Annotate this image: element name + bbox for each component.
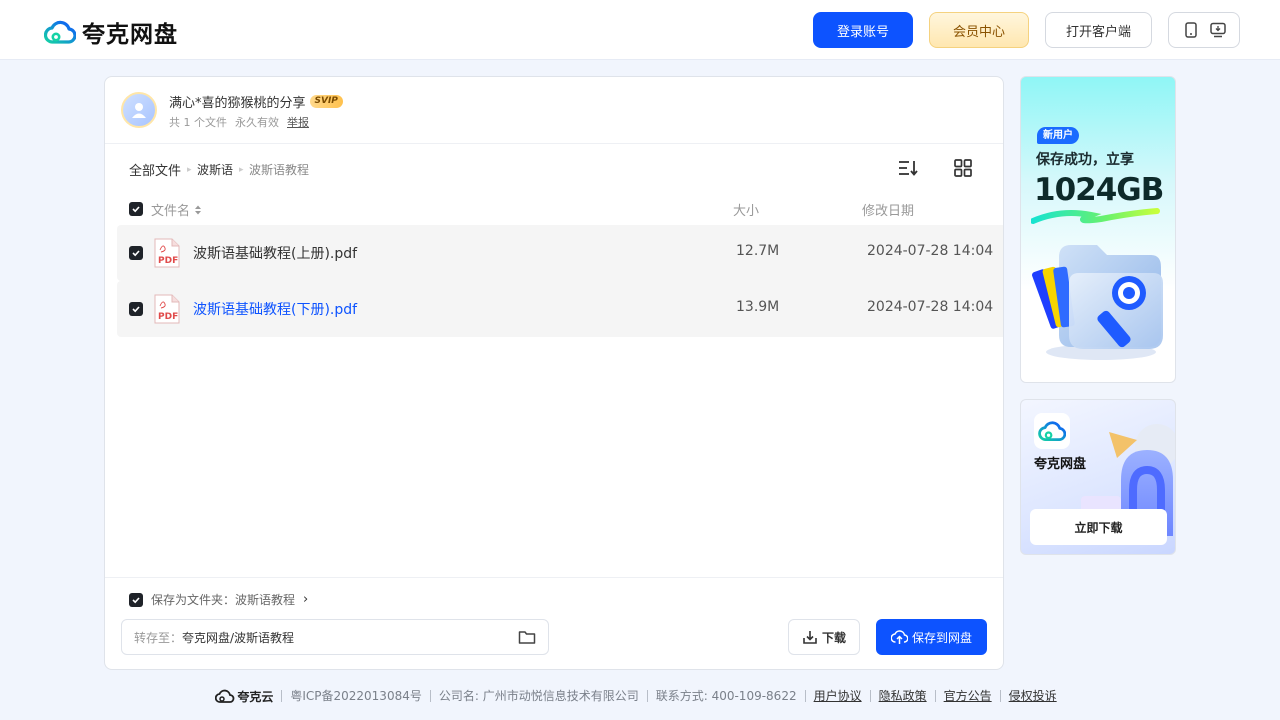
file-size: 13.9M <box>736 299 780 315</box>
share-title-text: 满心*喜的猕猴桃的分享 <box>169 96 306 111</box>
footer-icp: 粤ICP备2022013084号 <box>281 690 430 702</box>
destination-value: 夸克网盘/波斯语教程 <box>182 630 295 645</box>
cloud-logo-icon <box>1038 421 1066 441</box>
file-date: 2024-07-28 14:04 <box>867 243 994 259</box>
footer-contact: 联系方式: 400-109-8622 <box>646 690 805 702</box>
folder-illustration-icon <box>1032 245 1163 360</box>
footer-link-privacy[interactable]: 隐私政策 <box>869 690 935 702</box>
check-icon <box>132 306 140 313</box>
row-checkbox[interactable] <box>129 246 143 260</box>
grid-view-icon[interactable] <box>953 158 973 178</box>
save-as-folder-checkbox[interactable] <box>129 592 143 607</box>
svg-text:PDF: PDF <box>158 256 178 266</box>
table-row[interactable]: PDF 波斯语基础教程(下册).pdf 13.9M 2024-07-28 14:… <box>117 281 1003 337</box>
column-date: 修改日期 <box>862 204 915 219</box>
footer-company: 公司名: 广州市动悦信息技术有限公司 <box>429 690 647 702</box>
new-user-ad-banner[interactable]: 新用户 保存成功，立享 1024GB <box>1020 76 1176 383</box>
sort-arrows-icon <box>195 205 202 214</box>
column-size: 大小 <box>733 204 760 219</box>
folder-icon[interactable] <box>518 629 536 645</box>
sort-icon[interactable] <box>897 158 919 178</box>
cloud-logo-icon <box>44 20 76 44</box>
check-icon <box>132 206 140 213</box>
logo-text: 夸克网盘 <box>82 22 178 48</box>
swoosh-decoration-icon <box>1031 208 1160 224</box>
download-icon <box>803 631 817 644</box>
validity: 永久有效 <box>235 116 279 129</box>
pdf-icon: PDF <box>154 238 180 268</box>
cloud-upload-icon <box>890 630 908 644</box>
chevron-right-icon: › <box>303 592 309 607</box>
download-label: 下载 <box>821 630 846 645</box>
row-checkbox[interactable] <box>129 302 143 316</box>
page-footer: 夸克云 粤ICP备2022013084号 公司名: 广州市动悦信息技术有限公司 … <box>0 686 1280 706</box>
destination-label: 转存至： <box>134 630 183 645</box>
footer-brand-text: 夸克云 <box>237 689 274 704</box>
footer-brand: 夸克云 <box>215 688 281 705</box>
table-header: 文件名 大小 修改日期 <box>105 198 1003 220</box>
breadcrumb-all-files[interactable]: 全部文件 <box>129 160 181 179</box>
save-as-folder-label: 保存为文件夹：波斯语教程 <box>151 593 296 607</box>
file-size: 12.7M <box>736 243 780 259</box>
column-name-label: 文件名 <box>151 204 191 219</box>
login-button[interactable]: 登录账号 <box>813 12 913 48</box>
footer-link-user-agreement[interactable]: 用户协议 <box>804 690 870 702</box>
file-date: 2024-07-28 14:04 <box>867 299 994 315</box>
svg-text:PDF: PDF <box>158 312 178 322</box>
share-meta: 共 1 个文件 永久有效 举报 <box>169 114 309 130</box>
open-client-button[interactable]: 打开客户端 <box>1045 12 1152 48</box>
download-button[interactable]: 下载 <box>788 619 860 655</box>
quark-logo[interactable]: 夸克网盘 <box>44 15 178 49</box>
column-name[interactable]: 文件名 <box>151 200 202 219</box>
device-buttons <box>1168 12 1240 48</box>
ad-app-logo <box>1034 413 1070 449</box>
save-bar: 保存为文件夹：波斯语教程 › 转存至： 夸克网盘/波斯语教程 下载 保存到网盘 <box>105 577 1003 669</box>
download-app-ad-banner[interactable]: 夸克网盘 立即下载 <box>1020 399 1176 555</box>
footer-link-announcements[interactable]: 官方公告 <box>934 690 1000 702</box>
desktop-download-icon[interactable] <box>1209 21 1227 39</box>
breadcrumb-persian[interactable]: 波斯语 <box>197 161 233 178</box>
svip-badge: SVIP <box>309 95 343 108</box>
destination-field[interactable]: 转存至： 夸克网盘/波斯语教程 <box>121 619 549 655</box>
download-now-button[interactable]: 立即下载 <box>1030 509 1167 545</box>
ad-storage-amount: 1024GB <box>1034 172 1164 208</box>
footer-link-infringement[interactable]: 侵权投诉 <box>999 690 1065 702</box>
check-icon <box>132 596 140 603</box>
top-header: 夸克网盘 登录账号 会员中心 打开客户端 <box>0 0 1280 60</box>
report-link[interactable]: 举报 <box>287 114 309 130</box>
cloud-brand-icon <box>215 689 235 703</box>
ad-app-name: 夸克网盘 <box>1034 457 1087 472</box>
file-count: 共 1 个文件 <box>169 116 227 129</box>
ad-promo-line: 保存成功，立享 <box>1036 152 1134 168</box>
share-panel: 满心*喜的猕猴桃的分享 SVIP 共 1 个文件 永久有效 举报 全部文件 ▸ … <box>104 76 1004 670</box>
pdf-icon: PDF <box>154 294 180 324</box>
user-icon <box>132 103 146 118</box>
breadcrumb: 全部文件 ▸ 波斯语 ▸ 波斯语教程 <box>129 160 309 179</box>
breadcrumb-separator-icon: ▸ <box>239 164 244 175</box>
table-row[interactable]: PDF 波斯语基础教程(上册).pdf 12.7M 2024-07-28 14:… <box>117 225 1003 281</box>
breadcrumb-separator-icon: ▸ <box>187 164 192 175</box>
file-name[interactable]: 波斯语基础教程(下册).pdf <box>193 299 357 319</box>
save-as-folder[interactable]: 保存为文件夹：波斯语教程 › <box>129 591 308 608</box>
file-name[interactable]: 波斯语基础教程(上册).pdf <box>193 243 357 263</box>
check-icon <box>132 250 140 257</box>
select-all-checkbox[interactable] <box>129 202 143 216</box>
member-center-button[interactable]: 会员中心 <box>929 12 1029 48</box>
save-to-cloud-button[interactable]: 保存到网盘 <box>876 619 987 655</box>
avatar <box>121 92 157 128</box>
share-title: 满心*喜的猕猴桃的分享 SVIP <box>169 92 343 111</box>
breadcrumb-current: 波斯语教程 <box>249 163 310 177</box>
new-user-badge: 新用户 <box>1037 127 1079 144</box>
share-header: 满心*喜的猕猴桃的分享 SVIP 共 1 个文件 永久有效 举报 <box>105 77 1003 144</box>
save-to-cloud-label: 保存到网盘 <box>911 630 972 645</box>
phone-icon[interactable] <box>1182 21 1200 39</box>
